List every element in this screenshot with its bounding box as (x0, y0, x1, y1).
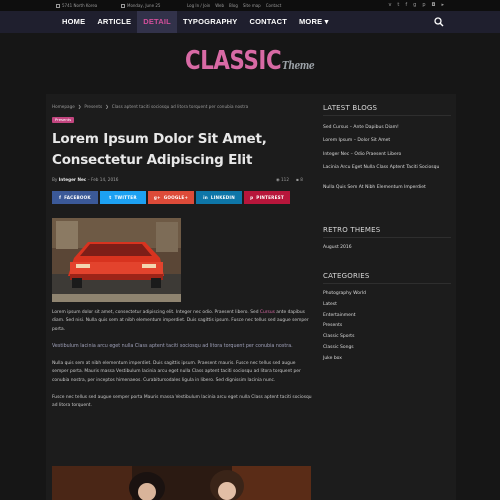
post-author[interactable]: Integer Nec (59, 177, 87, 182)
latest-blogs-list: Sed Cursus – Ante Dapibus Diam! Lorem Ip… (323, 121, 441, 194)
site-logo[interactable]: CLASSICTheme (185, 46, 315, 76)
share-label: TWITTER (114, 195, 137, 200)
category-item[interactable]: Juke box (323, 354, 366, 365)
twitter-icon[interactable]: t (397, 2, 399, 8)
category-badge[interactable]: Presents (52, 117, 75, 123)
retro-themes-heading: RETRO THEMES (323, 226, 381, 234)
share-label: FACEBOOK (64, 195, 91, 200)
main-nav: HOME ARTICLE DETAIL TYPOGRAPHY CONTACT M… (0, 11, 500, 33)
breadcrumb: Homepage ❯ Presents ❯ Class aptent tacit… (52, 104, 248, 109)
post-quote: Vestibulum lacinia arcu eget nulla Class… (52, 343, 293, 349)
search-icon[interactable] (434, 17, 444, 27)
breadcrumb-home[interactable]: Homepage (52, 104, 75, 109)
comments-count: 8 (300, 177, 303, 182)
nav-more[interactable]: MORE ▾ (293, 11, 335, 33)
post-body: Lorem ipsum dolor sit amet, consectetur … (52, 309, 312, 420)
logo-main: CLASSIC (185, 46, 282, 76)
facebook-icon[interactable]: f (405, 2, 407, 8)
latest-blog-item[interactable]: Nulla Quis Sem At Nibh Elementum Imperdi… (323, 181, 441, 194)
divider (323, 115, 451, 116)
share-googleplus-button[interactable]: g+ GOOGLE+ (148, 191, 194, 204)
twitter-icon: t (109, 195, 112, 200)
eye-icon: ◉ (276, 177, 280, 182)
calendar-icon (121, 3, 125, 8)
divider (323, 237, 451, 238)
post-image-red-car (52, 218, 181, 302)
date: Monday, June 25 (121, 3, 160, 8)
share-buttons: f FACEBOOK t TWITTER g+ GOOGLE+ in LINKE… (52, 191, 290, 204)
social-icons: v t f g p ◘ ▸ (388, 2, 444, 8)
nav-typography[interactable]: TYPOGRAPHY (177, 11, 244, 33)
pinterest-icon: p (250, 195, 254, 200)
date-text: Monday, June 25 (127, 3, 161, 8)
latest-blog-item[interactable]: Lorem Ipsum – Dolor Sit Amet (323, 134, 441, 147)
nav-menu: HOME ARTICLE DETAIL TYPOGRAPHY CONTACT M… (56, 11, 335, 33)
post-image-women (52, 466, 311, 500)
nav-contact[interactable]: CONTACT (243, 11, 293, 33)
nav-home[interactable]: HOME (56, 11, 91, 33)
post-paragraph: Fusce nec tellus sed augue semper porta … (52, 395, 312, 409)
category-item[interactable]: Presents (323, 321, 366, 332)
top-link-contact[interactable]: Contact (266, 3, 282, 8)
retro-themes-list: August 2016 (323, 241, 352, 254)
breadcrumb-current: Class aptent taciti sociosqu ad litora t… (111, 104, 249, 109)
latest-blog-item[interactable]: Integer Nec – Odio Praesent Libero (323, 148, 441, 161)
byline-prefix: By (52, 177, 58, 182)
top-link-web[interactable]: Web (215, 3, 224, 8)
post-date: – Feb 14, 2016 (87, 177, 119, 182)
paragraph-text: Lorem ipsum dolor sit amet, consectetur … (52, 310, 260, 315)
category-item[interactable]: Photography World (323, 289, 366, 300)
categories-heading: CATEGORIES (323, 272, 370, 280)
cursus-link[interactable]: Cursus (260, 310, 275, 315)
top-bar: 5741 North Korea Monday, June 25 Log In … (0, 0, 500, 11)
category-item[interactable]: Classic Sports (323, 332, 366, 343)
views-stat: ◉ 112 (276, 177, 289, 182)
category-item[interactable]: Classic Songs (323, 343, 366, 354)
categories-list: Photography World Latest Entertainment P… (323, 289, 366, 365)
logo-sub: Theme (282, 59, 315, 72)
post-title: Lorem Ipsum Dolor Sit Amet, Consectetur … (52, 131, 267, 168)
share-label: PINTEREST (256, 195, 284, 200)
googleplus-icon: g+ (153, 195, 161, 200)
post-byline: By Integer Nec – Feb 14, 2016 (52, 177, 118, 182)
location-icon (56, 3, 60, 8)
location: 5741 North Korea (56, 3, 97, 8)
youtube-icon[interactable]: ▸ (441, 2, 444, 8)
googleplus-icon[interactable]: g (413, 2, 416, 8)
breadcrumb-section[interactable]: Presents (84, 104, 102, 109)
divider (323, 283, 451, 284)
facebook-icon: f (59, 195, 62, 200)
location-text: 5741 North Korea (62, 3, 98, 8)
category-item[interactable]: Latest (323, 300, 366, 311)
pinterest-icon[interactable]: p (422, 2, 425, 8)
top-link-sitemap[interactable]: Site map (243, 3, 261, 8)
share-label: LINKEDIN (210, 195, 235, 200)
retro-theme-item[interactable]: August 2016 (323, 241, 352, 254)
top-link-login[interactable]: Log In / Join (187, 3, 210, 8)
comments-stat: ▪ 8 (296, 177, 303, 182)
comment-icon: ▪ (296, 177, 299, 182)
share-label: GOOGLE+ (163, 195, 189, 200)
top-links: Log In / Join Web Blog Site map Contact (187, 3, 281, 8)
post-paragraph: Nulla quis sem at nibh elementum imperdi… (52, 361, 301, 383)
post-stats: ◉ 112 ▪ 8 (276, 177, 303, 182)
latest-blog-item[interactable]: Lacinia Arcu Eget Nulla Class Aptent Tac… (323, 161, 441, 181)
post-paragraph: Lorem ipsum dolor sit amet, consectetur … (52, 309, 312, 334)
share-twitter-button[interactable]: t TWITTER (100, 191, 146, 204)
share-pinterest-button[interactable]: p PINTEREST (244, 191, 290, 204)
latest-blogs-heading: LATEST BLOGS (323, 104, 378, 112)
share-linkedin-button[interactable]: in LINKEDIN (196, 191, 242, 204)
share-facebook-button[interactable]: f FACEBOOK (52, 191, 98, 204)
nav-article[interactable]: ARTICLE (91, 11, 137, 33)
breadcrumb-separator: ❯ (77, 104, 82, 109)
category-item[interactable]: Entertainment (323, 311, 366, 322)
latest-blog-item[interactable]: Sed Cursus – Ante Dapibus Diam! (323, 121, 441, 134)
top-link-blog[interactable]: Blog (229, 3, 238, 8)
nav-detail[interactable]: DETAIL (137, 11, 177, 33)
vimeo-icon[interactable]: v (388, 2, 391, 8)
breadcrumb-separator: ❯ (105, 104, 109, 109)
instagram-icon[interactable]: ◘ (432, 2, 436, 8)
views-count: 112 (281, 177, 289, 182)
linkedin-icon: in (203, 195, 208, 200)
